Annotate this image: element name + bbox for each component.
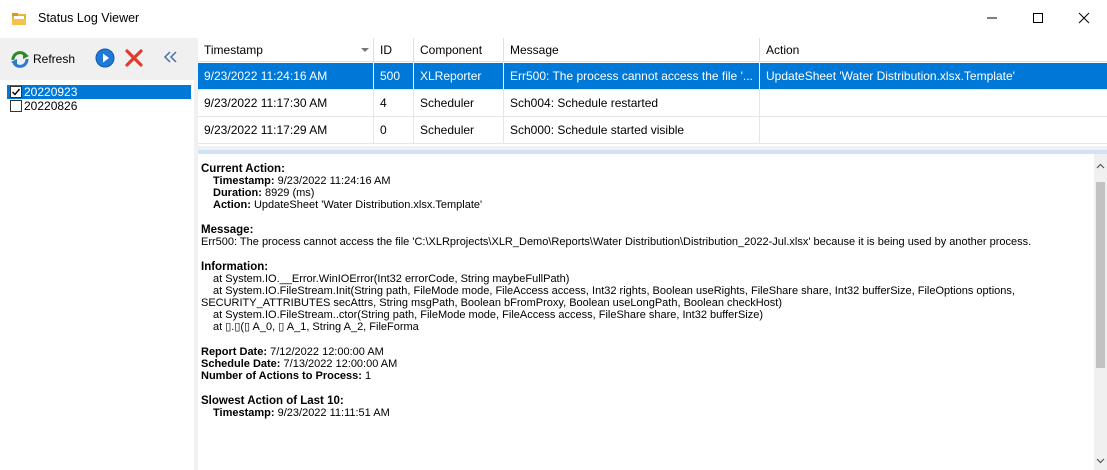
column-header-message[interactable]: Message — [504, 38, 760, 62]
date-item[interactable]: 20220826 — [7, 99, 191, 113]
slowest-action-title: Slowest Action of Last 10: — [201, 395, 344, 407]
delete-x-icon — [125, 49, 143, 67]
info-line: SECURITY_ATTRIBUTES secAttrs, String msg… — [201, 297, 783, 309]
date-list: 20220923 20220826 — [7, 85, 191, 113]
refresh-icon — [11, 51, 29, 68]
delete-button[interactable] — [124, 48, 144, 71]
left-toolbar: Refresh — [0, 38, 194, 80]
action-value: UpdateSheet 'Water Distribution.xlsx.Tem… — [253, 199, 483, 211]
information-title: Information: — [201, 261, 269, 273]
cell-component: Scheduler — [414, 117, 504, 144]
sort-down-icon — [361, 48, 369, 52]
title-bar: Status Log Viewer — [0, 0, 1107, 36]
detail-line: Duration: 8929 (ms) — [201, 187, 1091, 199]
info-line: at System.IO.FileStream.Init(String path… — [213, 285, 1015, 297]
report-date-value: 7/12/2022 12:00:00 AM — [270, 346, 384, 358]
left-panel: Refresh 20220923 20220826 — [0, 38, 194, 470]
minimize-icon — [987, 17, 997, 19]
maximize-button[interactable] — [1015, 0, 1061, 36]
checkmark-icon — [12, 88, 21, 96]
maximize-icon — [1033, 13, 1043, 23]
date-label: 20220826 — [24, 99, 78, 113]
info-line: at System.IO.FileStream..ctor(String pat… — [213, 309, 764, 321]
date-label: 20220923 — [24, 85, 78, 99]
schedule-date-label: Schedule Date: — [201, 358, 281, 370]
date-checkbox[interactable] — [10, 86, 22, 98]
scroll-down-icon[interactable] — [1096, 458, 1105, 464]
info-line: at System.IO.__Error.WinIOError(Int32 er… — [213, 273, 570, 285]
date-item[interactable]: 20220923 — [7, 85, 191, 99]
current-action-title: Current Action: — [201, 163, 285, 175]
table-row[interactable]: 9/23/2022 11:17:29 AM 0 Scheduler Sch000… — [198, 117, 1107, 144]
action-label: Action: — [213, 199, 251, 211]
num-actions-value: 1 — [365, 370, 372, 382]
detail-line: Schedule Date: 7/13/2022 12:00:00 AM — [201, 358, 1091, 370]
cell-component: Scheduler — [414, 90, 504, 117]
refresh-button[interactable]: Refresh — [10, 47, 75, 71]
cell-message: Err500: The process cannot access the fi… — [504, 63, 760, 90]
detail-line: Number of Actions to Process: 1 — [201, 370, 1091, 382]
app-folder-icon — [11, 11, 27, 27]
detail-line: Report Date: 7/12/2022 12:00:00 AM — [201, 346, 1091, 358]
table-row[interactable]: 9/23/2022 11:17:30 AM 4 Scheduler Sch004… — [198, 90, 1107, 117]
detail-content: Current Action: Timestamp: 9/23/2022 11:… — [201, 163, 1091, 419]
cell-timestamp: 9/23/2022 11:24:16 AM — [198, 63, 374, 90]
double-chevron-left-icon — [163, 51, 177, 63]
cell-action — [760, 90, 1107, 117]
message-text: Err500: The process cannot access the fi… — [201, 236, 1032, 248]
cell-message: Sch000: Schedule started visible — [504, 117, 760, 144]
report-date-label: Report Date: — [201, 346, 268, 358]
detail-scrollbar[interactable] — [1094, 154, 1107, 470]
date-checkbox[interactable] — [10, 100, 22, 112]
table-row[interactable]: 9/23/2022 11:24:16 AM 500 XLReporter Err… — [198, 63, 1107, 90]
timestamp-label: Timestamp: — [213, 175, 275, 187]
duration-label: Duration: — [213, 187, 262, 199]
cell-timestamp: 9/23/2022 11:17:29 AM — [198, 117, 374, 144]
cell-id: 4 — [374, 90, 414, 117]
collapse-panel-button[interactable] — [163, 50, 179, 67]
duration-value: 8929 (ms) — [264, 187, 315, 199]
detail-line: Timestamp: 9/23/2022 11:24:16 AM — [201, 175, 1091, 187]
timestamp-value: 9/23/2022 11:24:16 AM — [277, 175, 391, 187]
close-button[interactable] — [1061, 0, 1107, 36]
grid-header: Timestamp ID Component Message Action — [198, 38, 1107, 62]
close-icon — [1078, 12, 1090, 24]
slowest-timestamp-label: Timestamp: — [213, 407, 275, 419]
cell-action — [760, 117, 1107, 144]
window-title: Status Log Viewer — [38, 11, 140, 25]
cell-timestamp: 9/23/2022 11:17:30 AM — [198, 90, 374, 117]
column-header-timestamp[interactable]: Timestamp — [198, 38, 374, 62]
cell-message: Sch004: Schedule restarted — [504, 90, 760, 117]
detail-line: Timestamp: 9/23/2022 11:11:51 AM — [201, 407, 1091, 419]
column-header-component[interactable]: Component — [414, 38, 504, 62]
cell-id: 500 — [374, 63, 414, 90]
column-header-action[interactable]: Action — [760, 38, 1107, 62]
cell-component: XLReporter — [414, 63, 504, 90]
play-circle-icon — [95, 48, 115, 68]
column-header-id[interactable]: ID — [374, 38, 414, 62]
schedule-date-value: 7/13/2022 12:00:00 AM — [283, 358, 398, 370]
minimize-button[interactable] — [969, 0, 1015, 36]
scroll-thumb[interactable] — [1096, 182, 1105, 368]
cell-action: UpdateSheet 'Water Distribution.xlsx.Tem… — [760, 63, 1107, 90]
horizontal-splitter[interactable] — [198, 146, 1107, 154]
cell-id: 0 — [374, 117, 414, 144]
refresh-label: Refresh — [33, 52, 76, 66]
detail-pane: Current Action: Timestamp: 9/23/2022 11:… — [198, 154, 1107, 470]
auto-refresh-button[interactable] — [95, 48, 115, 71]
scroll-up-icon[interactable] — [1096, 163, 1105, 169]
log-grid: Timestamp ID Component Message Action 9/… — [198, 38, 1107, 146]
info-line: at ▯.▯(▯ A_0, ▯ A_1, String A_2, FileFor… — [213, 321, 419, 333]
num-actions-label: Number of Actions to Process: — [201, 370, 362, 382]
message-title: Message: — [201, 224, 254, 236]
detail-line: Action: UpdateSheet 'Water Distribution.… — [201, 199, 1091, 211]
slowest-timestamp-value: 9/23/2022 11:11:51 AM — [277, 407, 390, 419]
